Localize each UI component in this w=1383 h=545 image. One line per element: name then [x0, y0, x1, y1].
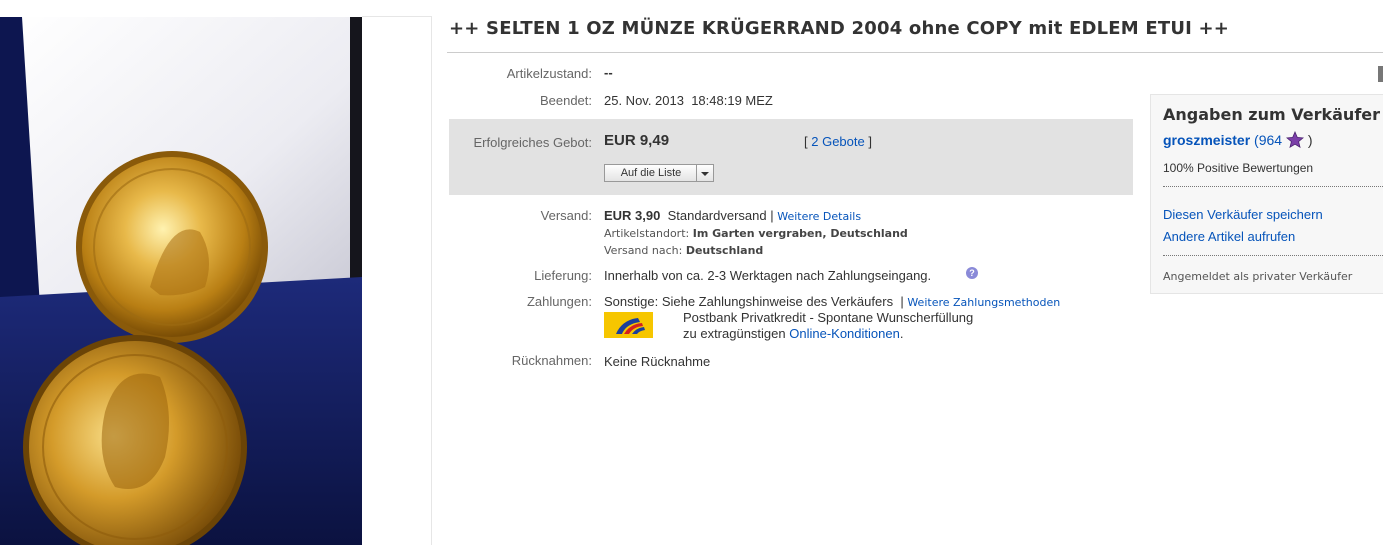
chevron-down-icon[interactable] [696, 165, 713, 181]
watchlist-button-label: Auf die Liste [620, 167, 682, 179]
seller-divider-2 [1163, 255, 1383, 256]
column-divider [431, 17, 432, 545]
seller-account-type: Angemeldet als privater Verkäufer [1163, 270, 1353, 283]
returns-value: Keine Rücknahme [604, 354, 711, 369]
seller-heading: Angaben zum Verkäufer [1163, 105, 1381, 124]
postbank-logo-graphic [604, 312, 653, 338]
ships-to: Versand nach: Deutschland [604, 244, 763, 257]
seller-feedback: 100% Positive Bewertungen [1163, 161, 1314, 175]
item-location: Artikelstandort: Im Garten vergraben, De… [604, 227, 908, 240]
payment-separator: | [900, 294, 904, 309]
shipping-details-link[interactable]: Weitere Details [777, 210, 861, 223]
shipping-cost: EUR 3,90 [604, 208, 661, 223]
shipping-label: Versand: [540, 208, 592, 223]
postbank-promo-end: . [899, 326, 904, 341]
condition-label: Artikelzustand: [506, 66, 592, 81]
product-image[interactable] [0, 17, 362, 545]
ended-label: Beendet: [539, 93, 592, 108]
item-location-label: Artikelstandort: [604, 227, 693, 240]
title-divider [447, 52, 1383, 53]
seller-score-close: ) [1303, 132, 1313, 148]
delivery-label: Lieferung: [534, 268, 592, 283]
watchlist-button[interactable]: Auf die Liste [604, 164, 714, 182]
postbank-logo[interactable] [604, 312, 653, 338]
bid-count-close: ] [864, 134, 872, 149]
help-icon[interactable]: ? [966, 267, 978, 279]
postbank-promo-line1: Postbank Privatkredit - Spontane Wunsche… [683, 310, 974, 325]
postbank-promo-line2: zu extragünstigen Online-Konditionen. [683, 326, 903, 341]
star-icon [1285, 130, 1304, 151]
seller-other-items-link[interactable]: Andere Artikel aufrufen [1163, 229, 1295, 244]
payment-line: Sonstige: Siehe Zahlungshinweise des Ver… [604, 294, 1060, 309]
item-title: ++ SELTEN 1 OZ MÜNZE KRÜGERRAND 2004 ohn… [449, 18, 1230, 39]
scroll-handle[interactable] [1378, 66, 1383, 82]
shipping-method: Standardversand | [667, 208, 778, 223]
postbank-promo-text: zu extragünstigen [683, 326, 790, 341]
shipping-line: EUR 3,90 Standardversand | Weitere Detai… [604, 208, 861, 223]
item-location-value: Im Garten vergraben, Deutschland [692, 227, 908, 240]
bid-panel [449, 119, 1133, 195]
top-rule [362, 16, 432, 17]
save-seller-link[interactable]: Diesen Verkäufer speichern [1163, 207, 1323, 222]
seller-info-panel [1150, 94, 1383, 294]
payment-label: Zahlungen: [526, 294, 592, 309]
ended-value: 25. Nov. 2013 18:48:19 MEZ [604, 93, 773, 108]
bid-history-link[interactable]: 2 Gebote [811, 134, 865, 149]
winning-bid-price: EUR 9,49 [604, 132, 670, 149]
seller-score-open[interactable]: (964 [1250, 132, 1286, 148]
more-payment-methods-link[interactable]: Weitere Zahlungsmethoden [907, 296, 1060, 309]
seller-divider-1 [1163, 186, 1383, 187]
online-conditions-link[interactable]: Online-Konditionen [789, 326, 900, 341]
returns-label: Rücknahmen: [511, 353, 592, 368]
coin-photo-illustration [0, 17, 362, 545]
bid-count: [ 2 Gebote ] [804, 134, 872, 149]
payment-value: Sonstige: Siehe Zahlungshinweise des Ver… [604, 294, 894, 309]
seller-name-line: groszmeister (964 ) [1163, 130, 1313, 151]
condition-value: -- [604, 65, 613, 80]
winning-bid-label: Erfolgreiches Gebot: [473, 135, 592, 150]
ships-to-label: Versand nach: [604, 244, 686, 257]
ships-to-value: Deutschland [685, 244, 764, 257]
delivery-value: Innerhalb von ca. 2-3 Werktagen nach Zah… [604, 268, 932, 283]
seller-name-link[interactable]: groszmeister [1163, 132, 1250, 148]
